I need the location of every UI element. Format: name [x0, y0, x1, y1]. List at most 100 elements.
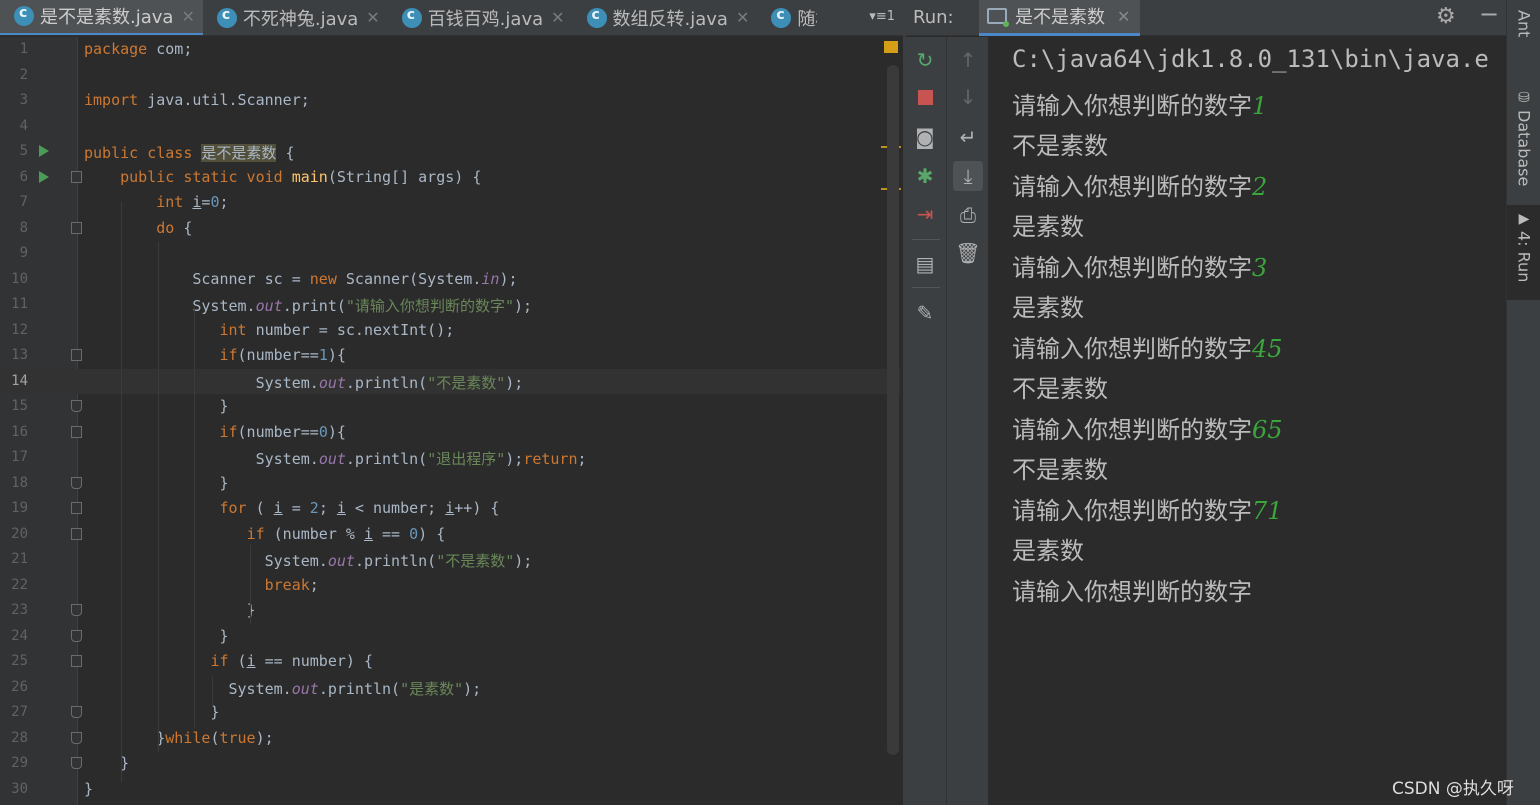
close-icon[interactable]: ✕ [1117, 7, 1130, 26]
rerun-icon[interactable]: ↻ [910, 45, 940, 75]
console-user-input: 71 [1252, 496, 1283, 525]
debug-icon[interactable]: ✱ [910, 161, 940, 191]
fold-marker-icon[interactable] [71, 502, 82, 514]
code-line[interactable]: 1 package com; [0, 37, 900, 63]
fold-marker-icon[interactable] [71, 604, 82, 616]
run-gutter-icon[interactable] [39, 145, 49, 157]
tab-shi-bu-shi-su-shu[interactable]: 是不是素数.java ✕ [0, 0, 203, 35]
code-line[interactable]: 14 System.out.println("不是素数"); [0, 368, 900, 394]
scroll-to-end-icon[interactable]: ⤓ [953, 161, 983, 191]
ant-tool-tab[interactable]: Ant [1507, 6, 1540, 37]
print-icon[interactable]: ⎙ [953, 200, 983, 230]
warning-indicator[interactable] [884, 41, 898, 53]
tab-bai-qian-bai-ji[interactable]: 百钱百鸡.java ✕ [388, 0, 573, 35]
fold-marker-icon[interactable] [71, 170, 82, 183]
dump-threads-icon[interactable]: ◙ [910, 122, 940, 152]
fold-marker-icon[interactable] [71, 655, 82, 667]
clear-icon[interactable]: 🗑 [953, 238, 983, 268]
tab-overflow-menu[interactable]: ▾≡1 [869, 9, 895, 24]
code-line[interactable]: 24 } [0, 624, 900, 650]
fold-marker-icon[interactable] [71, 706, 82, 718]
tab-sui-ji[interactable]: 随机 [757, 0, 817, 35]
code-text: import java.util.Scanner; [84, 91, 310, 109]
code-line[interactable]: 9 [0, 241, 900, 267]
pin-icon[interactable]: ✎ [910, 298, 940, 328]
fold-marker-icon[interactable] [71, 731, 82, 744]
code-text: }while(true); [84, 728, 274, 747]
fold-marker-icon[interactable] [71, 757, 82, 769]
code-editor[interactable]: 1 package com; 2 3 import java.util.Scanner;… [0, 37, 903, 805]
code-line[interactable]: 19 for ( i = 2; i < number; i++) { [0, 496, 900, 522]
stop-icon[interactable] [910, 82, 940, 112]
close-icon[interactable]: ✕ [551, 8, 564, 27]
code-line[interactable]: 23 } [0, 598, 900, 624]
code-text: } [84, 397, 229, 415]
tab-shu-zu-fan-zhuan[interactable]: 数组反转.java ✕ [573, 0, 758, 35]
run-config-tab[interactable]: 是不是素数 ✕ [979, 0, 1141, 36]
fold-marker-icon[interactable] [71, 425, 82, 438]
code-text: } [84, 473, 229, 492]
code-text: if(number==0){ [219, 422, 346, 441]
arrow-up-icon[interactable]: ↑ [953, 45, 983, 75]
code-line[interactable]: 15 } [0, 394, 900, 420]
console-text: 请输入你想判断的数字 [1012, 334, 1252, 363]
code-line[interactable]: 10 Scanner sc = new Scanner(System.in); [0, 267, 900, 293]
code-line[interactable]: 18 } [0, 471, 900, 497]
code-line[interactable]: 12 int number = sc.nextInt(); [0, 318, 900, 344]
run-gutter-icon[interactable] [39, 170, 49, 183]
code-line[interactable]: 11 System.out.print("请输入你想判断的数字"); [0, 292, 900, 318]
code-line[interactable]: 25 if (i == number) { [0, 649, 900, 675]
gear-icon[interactable]: ⚙ [1436, 4, 1456, 29]
layout-icon[interactable]: ▤ [910, 249, 940, 279]
vertical-scrollbar[interactable] [887, 65, 899, 755]
code-line[interactable]: 26 System.out.println("是素数"); [0, 675, 900, 701]
code-line[interactable]: 5 public class 是不是素数 { [0, 139, 900, 165]
close-icon[interactable]: ✕ [366, 8, 379, 27]
code-text: if (number % i == 0) { [246, 524, 446, 543]
code-line[interactable]: 21 System.out.println("不是素数"); [0, 547, 900, 573]
run-tool-tab[interactable]: ▶ 4: Run [1507, 205, 1540, 300]
fold-marker-icon[interactable] [71, 629, 82, 642]
exit-icon[interactable]: ⇥ [910, 199, 940, 229]
fold-marker-icon[interactable] [71, 527, 82, 540]
console-line: 是素数 [1012, 531, 1084, 566]
fold-marker-icon[interactable] [71, 221, 82, 234]
fold-marker-icon[interactable] [71, 400, 82, 412]
code-line[interactable]: 28 }while(true); [0, 726, 900, 752]
close-icon[interactable]: ✕ [736, 8, 749, 27]
code-line[interactable]: 30} [0, 777, 900, 803]
code-line[interactable]: 27 } [0, 700, 900, 726]
code-line[interactable]: 13 if(number==1){ [0, 343, 900, 369]
console-text: 是素数 [1012, 537, 1084, 565]
console-text: 是素数 [1012, 213, 1084, 241]
soft-wrap-icon[interactable]: ↵ [953, 122, 983, 152]
code-line[interactable]: 6 public static void main(String[] args)… [0, 165, 900, 191]
database-tool-tab[interactable]: ⛁ Database [1507, 90, 1540, 186]
arrow-down-icon[interactable]: ↓ [953, 82, 983, 112]
code-line[interactable]: 29 } [0, 751, 900, 777]
code-line[interactable]: 3 import java.util.Scanner; [0, 88, 900, 114]
console-line: 是素数 [1012, 207, 1084, 242]
code-line[interactable]: 17 System.out.println("退出程序");return; [0, 445, 900, 471]
fold-marker-icon[interactable] [71, 349, 82, 361]
code-text: } [84, 779, 94, 798]
tab-bu-si-shen-tu[interactable]: 不死神兔.java ✕ [203, 0, 388, 35]
right-tool-window-bar: Ant ⛁ Database ▶ 4: Run [1506, 0, 1540, 805]
code-line[interactable]: 22 break; [0, 573, 900, 599]
code-line[interactable]: 4 [0, 114, 900, 140]
close-icon[interactable]: ✕ [181, 7, 194, 26]
code-line[interactable]: 16 if(number==0){ [0, 420, 900, 446]
console-text: 请输入你想判断的数字 [1012, 91, 1252, 120]
line-number: 6 [19, 168, 28, 185]
code-line[interactable]: 7 int i=0; [0, 190, 900, 216]
code-line[interactable]: 2 [0, 63, 900, 89]
console-output[interactable]: C:\java64\jdk1.8.0_131\bin\java.e 请输入你想判断… [989, 37, 1506, 805]
line-number: 7 [19, 194, 28, 210]
minimize-icon[interactable]: − [1479, 0, 1499, 28]
code-text: System.out.print("请输入你想判断的数字"); [84, 297, 533, 315]
tab-label: 百钱百鸡.java [427, 8, 544, 30]
code-line[interactable]: 8 do { [0, 216, 900, 242]
fold-marker-icon[interactable] [71, 476, 82, 489]
code-line[interactable]: 20 if (number % i == 0) { [0, 522, 900, 548]
console-line: 不是素数 [1012, 369, 1108, 404]
